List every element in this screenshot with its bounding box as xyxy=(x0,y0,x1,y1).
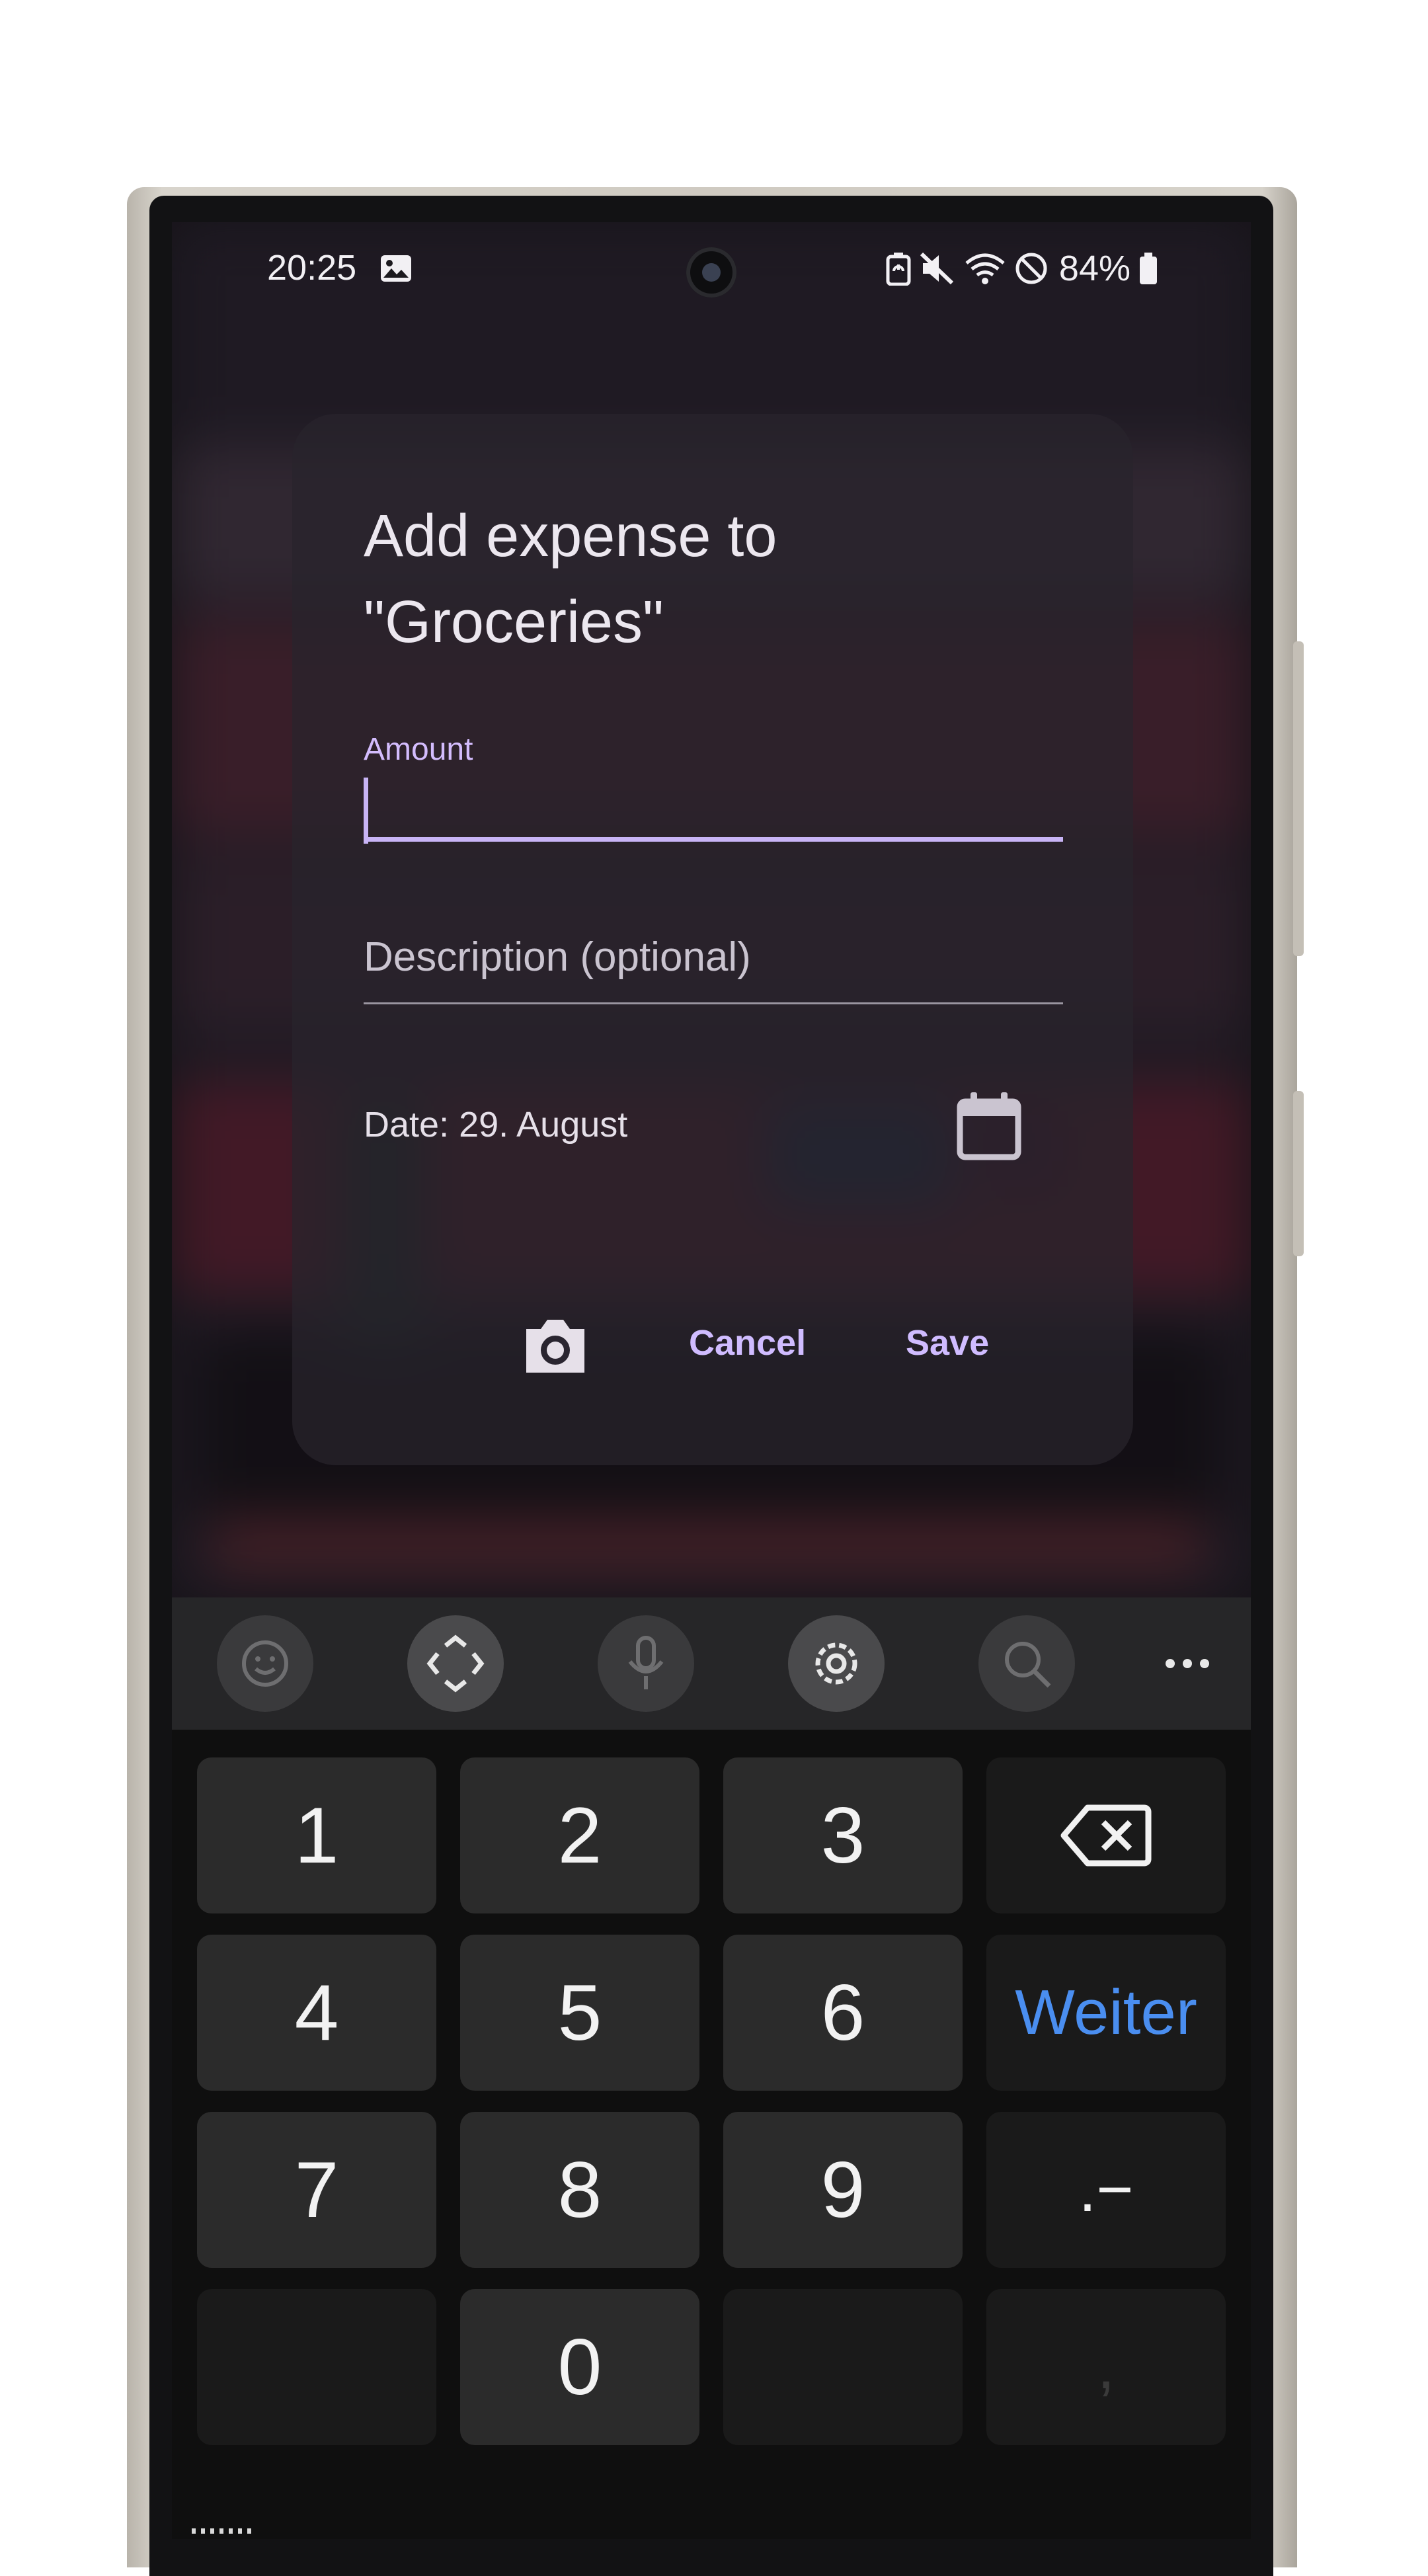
search-icon xyxy=(1005,1642,1051,1688)
emoji-icon xyxy=(242,1640,288,1687)
save-button[interactable]: Save xyxy=(906,1322,989,1363)
wifi-icon xyxy=(965,253,1005,284)
add-expense-dialog: Add expense to "Groceries" Amount Descri… xyxy=(292,414,1133,1465)
image-icon xyxy=(381,255,411,282)
backspace-key[interactable] xyxy=(986,1757,1226,1913)
do-not-disturb-icon xyxy=(1015,253,1047,284)
microphone-button[interactable] xyxy=(598,1615,694,1712)
empty-key xyxy=(723,2289,963,2445)
power-key xyxy=(1293,1091,1304,1256)
comma-key[interactable]: , xyxy=(986,2289,1226,2445)
key-8[interactable]: 8 xyxy=(460,2112,699,2268)
cursor-move-icon xyxy=(426,1634,485,1693)
key-3[interactable]: 3 xyxy=(723,1757,963,1913)
more-icon[interactable] xyxy=(1164,1656,1211,1671)
camera-icon[interactable] xyxy=(521,1316,590,1377)
key-5[interactable]: 5 xyxy=(460,1935,699,2091)
front-camera xyxy=(686,247,736,298)
settings-button[interactable] xyxy=(788,1615,885,1712)
text-caret xyxy=(364,778,368,844)
key-1[interactable]: 1 xyxy=(197,1757,436,1913)
description-placeholder: Description (optional) xyxy=(364,934,751,980)
dialog-actions: Cancel Save xyxy=(292,1300,1133,1386)
status-icons: 84% xyxy=(886,247,1158,290)
settings-icon xyxy=(815,1642,857,1685)
empty-key xyxy=(197,2289,436,2445)
status-time: 20:25 xyxy=(267,248,357,288)
keyboard-toolbar xyxy=(172,1597,1251,1730)
dialog-title: Add expense to "Groceries" xyxy=(364,503,777,655)
battery-percent: 84% xyxy=(1058,249,1130,288)
numeric-keyboard: 1 2 3 4 5 6 Weiter 7 8 9 .− 0 , xyxy=(172,1730,1251,2539)
amount-label: Amount xyxy=(364,732,473,767)
cancel-button[interactable]: Cancel xyxy=(689,1322,806,1363)
battery-icon xyxy=(1140,253,1157,284)
key-0[interactable]: 0 xyxy=(460,2289,699,2445)
search-button[interactable] xyxy=(978,1615,1075,1712)
cursor-move-button[interactable] xyxy=(407,1615,504,1712)
key-2[interactable]: 2 xyxy=(460,1757,699,1913)
description-field[interactable]: Description (optional) xyxy=(364,916,1063,1004)
key-7[interactable]: 7 xyxy=(197,2112,436,2268)
microphone-icon xyxy=(628,1636,664,1689)
status-bar: 20:25 84% xyxy=(172,222,1251,321)
key-6[interactable]: 6 xyxy=(723,1935,963,2091)
battery-saver-icon xyxy=(886,253,911,286)
keyboard-hint-left xyxy=(192,2528,251,2534)
key-9[interactable]: 9 xyxy=(723,2112,963,2268)
date-label: Date: 29. August xyxy=(364,1105,628,1145)
amount-field[interactable] xyxy=(364,771,1063,844)
volume-key xyxy=(1293,641,1304,956)
calendar-icon[interactable] xyxy=(953,1090,1025,1161)
emoji-button[interactable] xyxy=(217,1615,313,1712)
key-4[interactable]: 4 xyxy=(197,1935,436,2091)
screen: 20:25 84% Add expense to "Groceries" Amo… xyxy=(172,222,1251,2539)
dot-minus-key[interactable]: .− xyxy=(986,2112,1226,2268)
backspace-icon xyxy=(1060,1804,1152,1867)
mute-icon xyxy=(920,252,953,285)
next-key[interactable]: Weiter xyxy=(986,1935,1226,2091)
